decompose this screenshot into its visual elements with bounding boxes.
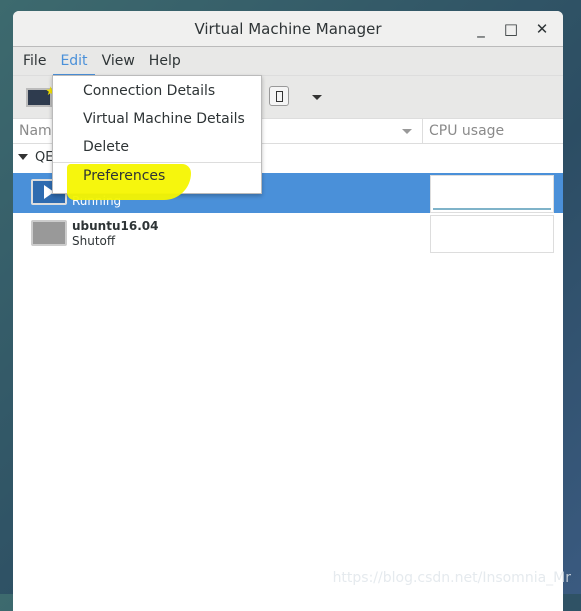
title-bar: Virtual Machine Manager _ □ ✕ <box>13 11 563 47</box>
new-vm-icon[interactable]: ★ <box>26 84 56 107</box>
expander-icon[interactable] <box>18 154 28 165</box>
menu-item-delete[interactable]: Delete <box>83 139 129 155</box>
edit-menu: Connection Details Virtual Machine Detai… <box>52 75 262 200</box>
shutdown-dropdown-icon[interactable] <box>312 95 322 105</box>
column-cpu-usage[interactable]: CPU usage <box>429 119 504 143</box>
menu-item-vm-details[interactable]: Virtual Machine Details <box>83 111 245 127</box>
maximize-button[interactable]: □ <box>501 11 521 47</box>
shutdown-button[interactable] <box>269 86 289 106</box>
shutoff-vm-icon <box>31 220 67 246</box>
close-button[interactable]: ✕ <box>532 11 552 47</box>
sort-icon[interactable] <box>402 129 412 139</box>
vm-status: Shutoff <box>72 234 116 248</box>
menu-help[interactable]: Help <box>142 47 188 75</box>
menu-item-preferences[interactable]: Preferences <box>83 168 165 184</box>
vm-name: ubuntu16.04 <box>72 219 159 233</box>
vm-row[interactable]: ubuntu16.04 Shutoff <box>13 213 563 253</box>
menu-view[interactable]: View <box>95 47 142 75</box>
minimize-button[interactable]: _ <box>471 11 491 47</box>
cpu-usage-graph <box>430 175 554 213</box>
menu-file[interactable]: File <box>16 47 53 75</box>
cpu-usage-graph <box>430 215 554 253</box>
window-title: Virtual Machine Manager <box>194 20 382 38</box>
menubar: File Edit View Help <box>13 47 563 76</box>
menu-item-connection-details[interactable]: Connection Details <box>83 83 215 99</box>
menu-edit[interactable]: Edit <box>53 48 95 76</box>
watermark: https://blog.csdn.net/Insomnia_Mr <box>332 570 571 586</box>
